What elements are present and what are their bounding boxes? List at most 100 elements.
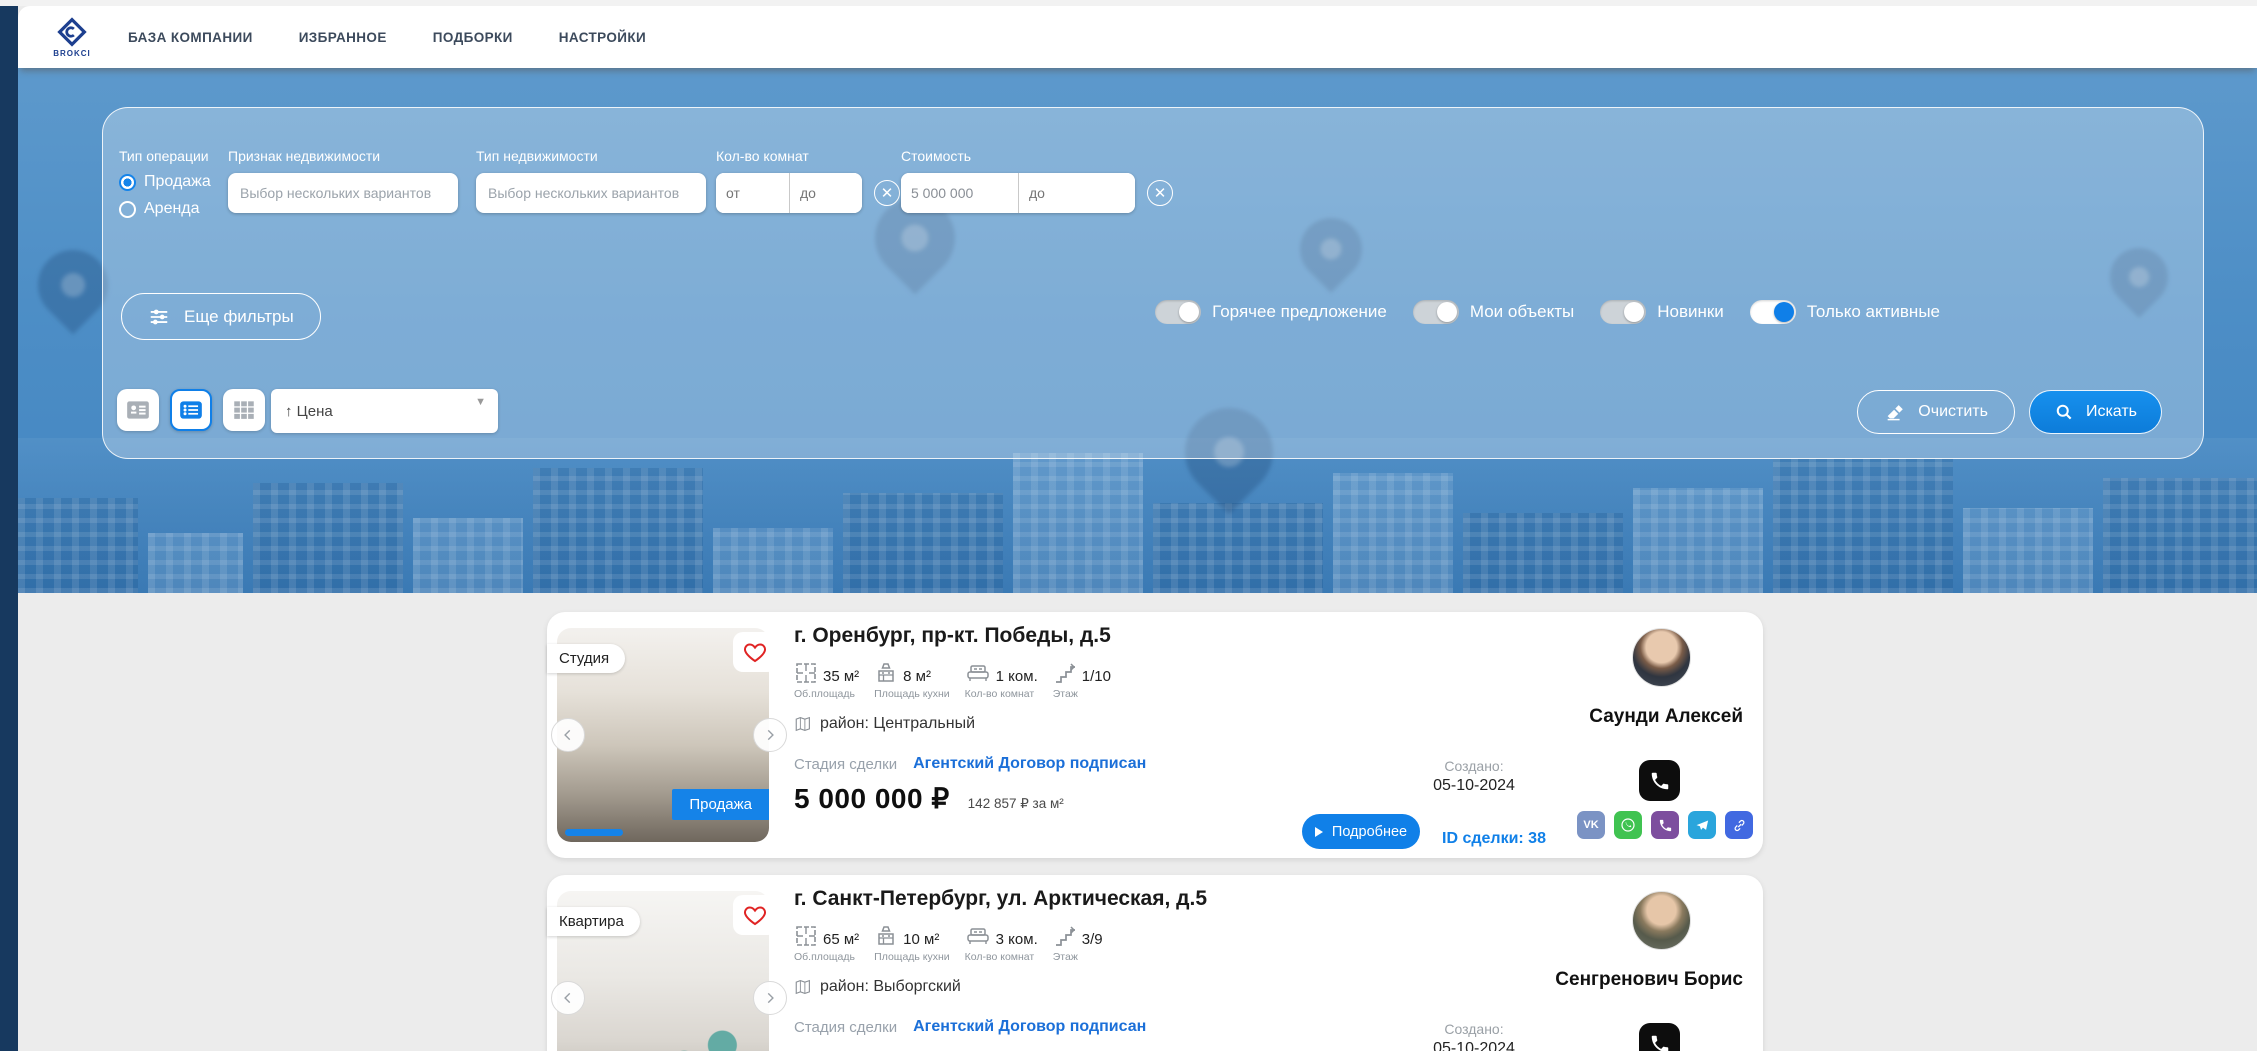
created-block: Создано: 05-10-2024 xyxy=(1400,758,1548,795)
eraser-icon xyxy=(1887,405,1904,421)
whatsapp-icon[interactable] xyxy=(1614,811,1642,839)
toggle-new-items-label: Новинки xyxy=(1657,302,1724,321)
grid-view-button[interactable] xyxy=(223,389,265,431)
chevron-left-icon xyxy=(564,992,571,1004)
radio-sale[interactable]: Продажа xyxy=(119,173,211,191)
deal-stage-value[interactable]: Агентский Договор подписан xyxy=(913,755,1146,773)
listing-title: г. Оренбург, пр-кт. Победы, д.5 xyxy=(794,624,1111,647)
nav-item-favorites[interactable]: ИЗБРАННОЕ xyxy=(299,30,387,45)
spec-total-area: 35 м² Об.площадь xyxy=(794,661,859,700)
spec-value: 65 м² xyxy=(823,931,860,948)
spec-rooms: 3 ком. Кол-во комнат xyxy=(965,924,1038,963)
radio-rent[interactable]: Аренда xyxy=(119,200,211,218)
radio-rent-label: Аренда xyxy=(144,200,200,217)
price-clear-icon[interactable]: ✕ xyxy=(1147,180,1173,206)
page-left-edge xyxy=(0,0,18,1051)
photo-next-button[interactable] xyxy=(753,718,787,752)
card-view-icon xyxy=(127,401,149,419)
price-from-input[interactable] xyxy=(901,173,1018,213)
card-view-button[interactable] xyxy=(117,389,159,431)
nav-item-settings[interactable]: НАСТРОЙКИ xyxy=(559,30,646,45)
sort-select[interactable]: ↑ Цена ▼ xyxy=(271,389,498,433)
favorite-button[interactable] xyxy=(733,632,777,672)
phone-button[interactable] xyxy=(1639,760,1680,801)
top-navigation-bar: BROKCI БАЗА КОМПАНИИ ИЗБРАННОЕ ПОДБОРКИ … xyxy=(18,6,2257,68)
viber-icon[interactable] xyxy=(1651,811,1679,839)
building-silhouette xyxy=(18,498,138,593)
details-button[interactable]: Подробнее xyxy=(1302,814,1420,849)
price-to-input[interactable] xyxy=(1018,173,1135,213)
rooms-from-input[interactable] xyxy=(716,173,789,213)
deal-id[interactable]: ID сделки: 38 xyxy=(1442,830,1546,848)
toggle-hot-offer-switch[interactable] xyxy=(1155,300,1202,324)
radio-sale-control[interactable] xyxy=(119,173,136,191)
more-filters-button[interactable]: Еще фильтры xyxy=(121,293,321,340)
toggle-only-active-switch[interactable] xyxy=(1749,300,1796,324)
building-silhouette xyxy=(1463,513,1623,593)
nav-item-company-base[interactable]: БАЗА КОМПАНИИ xyxy=(128,30,253,45)
main-menu: БАЗА КОМПАНИИ ИЗБРАННОЕ ПОДБОРКИ НАСТРОЙ… xyxy=(128,30,646,45)
brokci-logo[interactable]: BROKCI xyxy=(40,16,104,58)
building-silhouette xyxy=(148,533,243,593)
radio-sale-label: Продажа xyxy=(144,173,211,190)
toggle-new-items-switch[interactable] xyxy=(1600,300,1647,324)
building-silhouette xyxy=(413,518,523,593)
logo-diamond-icon xyxy=(57,16,87,47)
list-view-button[interactable] xyxy=(170,389,212,431)
building-silhouette xyxy=(1963,508,2093,593)
heart-icon xyxy=(744,643,766,663)
more-filters-label: Еще фильтры xyxy=(184,306,294,326)
favorite-button[interactable] xyxy=(733,895,777,935)
stairs-icon xyxy=(1055,926,1075,946)
agent-avatar[interactable] xyxy=(1632,891,1691,950)
spec-label: Об.площадь xyxy=(794,688,855,700)
created-label: Создано: xyxy=(1444,1021,1504,1037)
toggle-my-objects[interactable]: Мои объекты xyxy=(1412,300,1574,324)
property-attribute-input[interactable] xyxy=(228,173,458,213)
search-button[interactable]: Искать xyxy=(2028,390,2162,434)
map-icon xyxy=(795,716,810,732)
building-silhouette xyxy=(1633,488,1763,593)
property-type-input[interactable] xyxy=(476,173,706,213)
deal-stage-value[interactable]: Агентский Договор подписан xyxy=(913,1018,1146,1036)
operation-type-label: Тип операции xyxy=(119,148,209,164)
agent-avatar[interactable] xyxy=(1632,628,1691,687)
spec-value: 8 м² xyxy=(903,668,931,685)
stairs-icon xyxy=(1055,663,1075,683)
rooms-clear-icon[interactable]: ✕ xyxy=(874,180,900,206)
toggle-my-objects-switch[interactable] xyxy=(1412,300,1459,324)
photo-next-button[interactable] xyxy=(753,981,787,1015)
photo-prev-button[interactable] xyxy=(551,981,585,1015)
spec-kitchen-area: 10 м² Площадь кухни xyxy=(874,924,950,963)
floorplan-icon xyxy=(796,926,816,946)
radio-rent-control[interactable] xyxy=(119,200,136,218)
rooms-to-input[interactable] xyxy=(789,173,862,213)
toggle-only-active[interactable]: Только активные xyxy=(1749,300,1940,324)
spec-floor: 1/10 Этаж xyxy=(1053,661,1115,700)
building-silhouette xyxy=(533,468,703,593)
spec-label: Кол-во комнат xyxy=(964,688,1035,700)
details-button-label: Подробнее xyxy=(1331,823,1408,840)
spec-value: 35 м² xyxy=(823,668,860,685)
logo-text: BROKCI xyxy=(53,48,91,58)
chevron-down-icon: ▼ xyxy=(475,396,486,408)
spec-value: 1 ком. xyxy=(995,668,1038,685)
listing-card: Продажа Квартира г. Санкт-Петербург, ул.… xyxy=(547,875,1763,1051)
building-silhouette xyxy=(713,528,833,593)
toggle-hot-offer[interactable]: Горячее предложение xyxy=(1155,300,1387,324)
phone-button[interactable] xyxy=(1639,1023,1680,1051)
spec-floor: 3/9 Этаж xyxy=(1053,924,1115,963)
nav-item-selections[interactable]: ПОДБОРКИ xyxy=(433,30,513,45)
vk-icon[interactable]: VK xyxy=(1577,811,1605,839)
link-icon[interactable] xyxy=(1725,811,1753,839)
rooms-range xyxy=(716,173,862,213)
toggle-new-items[interactable]: Новинки xyxy=(1600,300,1724,324)
telegram-icon[interactable] xyxy=(1688,811,1716,839)
created-date: 05-10-2024 xyxy=(1433,777,1515,794)
property-kind-badge: Квартира xyxy=(547,907,640,936)
toggle-hot-offer-label: Горячее предложение xyxy=(1212,302,1387,321)
clear-button[interactable]: Очистить xyxy=(1857,390,2015,434)
photo-prev-button[interactable] xyxy=(551,718,585,752)
spec-total-area: 65 м² Об.площадь xyxy=(794,924,859,963)
list-view-icon xyxy=(180,401,202,419)
